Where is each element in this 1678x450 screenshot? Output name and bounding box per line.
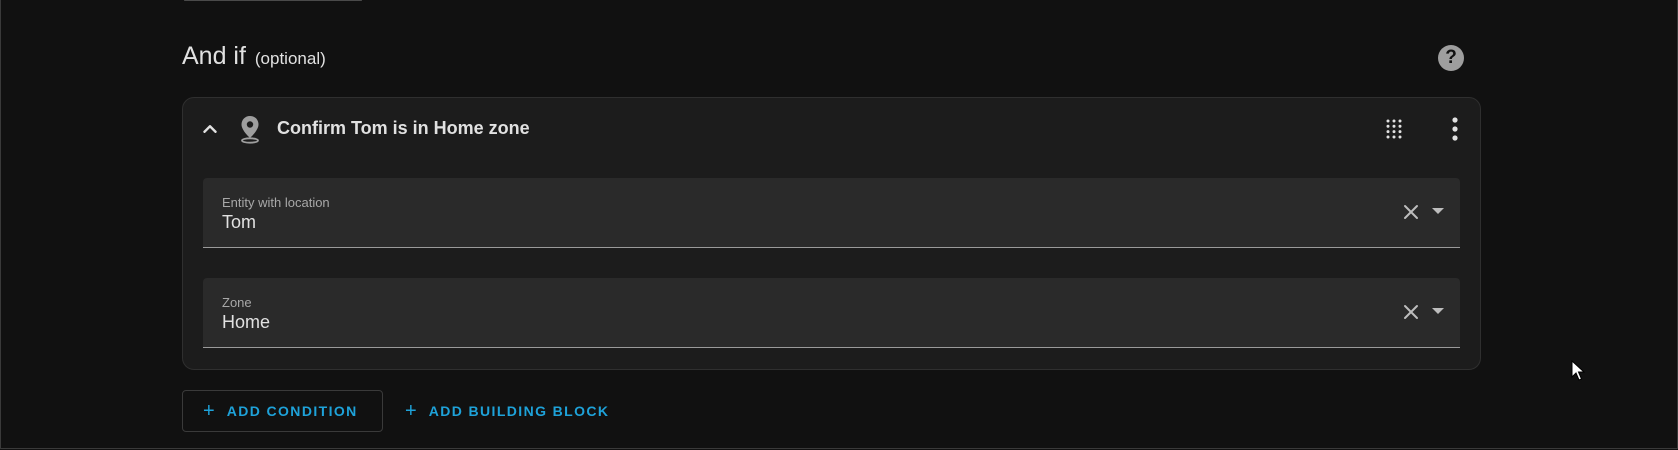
previous-section-edge [184, 0, 362, 1]
map-marker-icon [241, 116, 259, 144]
entity-with-location-field[interactable]: Entity with location Tom [203, 178, 1460, 248]
chevron-down-icon[interactable] [1431, 306, 1445, 316]
zone-field-value[interactable]: Home [222, 312, 270, 333]
more-vertical-icon[interactable] [1443, 116, 1467, 142]
clear-icon[interactable] [1401, 202, 1421, 222]
drag-handle-icon[interactable] [1383, 118, 1405, 140]
section-heading: And if (optional) [182, 42, 326, 71]
add-building-block-button[interactable]: + ADD BUILDING BLOCK [403, 390, 609, 432]
optional-label: (optional) [254, 49, 326, 68]
add-condition-button[interactable]: + ADD CONDITION [182, 390, 383, 432]
add-building-block-label: ADD BUILDING BLOCK [428, 403, 610, 419]
app-frame: And if (optional) ? Confirm Tom is in Ho… [0, 0, 1678, 449]
entity-field-value[interactable]: Tom [222, 212, 256, 233]
help-icon[interactable]: ? [1438, 45, 1464, 71]
clear-icon[interactable] [1401, 302, 1421, 322]
mouse-cursor-icon [1571, 360, 1585, 381]
plus-icon: + [405, 399, 417, 422]
entity-field-label: Entity with location [222, 195, 330, 210]
condition-title: Confirm Tom is in Home zone [277, 118, 530, 138]
zone-field[interactable]: Zone Home [203, 278, 1460, 348]
condition-card-header[interactable]: Confirm Tom is in Home zone [183, 98, 1480, 158]
plus-icon: + [203, 399, 215, 422]
chevron-down-icon[interactable] [1431, 206, 1445, 216]
section-title: And if [182, 42, 246, 70]
chevron-up-icon[interactable] [199, 118, 221, 140]
add-condition-label: ADD CONDITION [226, 403, 358, 419]
condition-card: Confirm Tom is in Home zone Entity with [182, 97, 1481, 370]
zone-field-label: Zone [222, 295, 252, 310]
